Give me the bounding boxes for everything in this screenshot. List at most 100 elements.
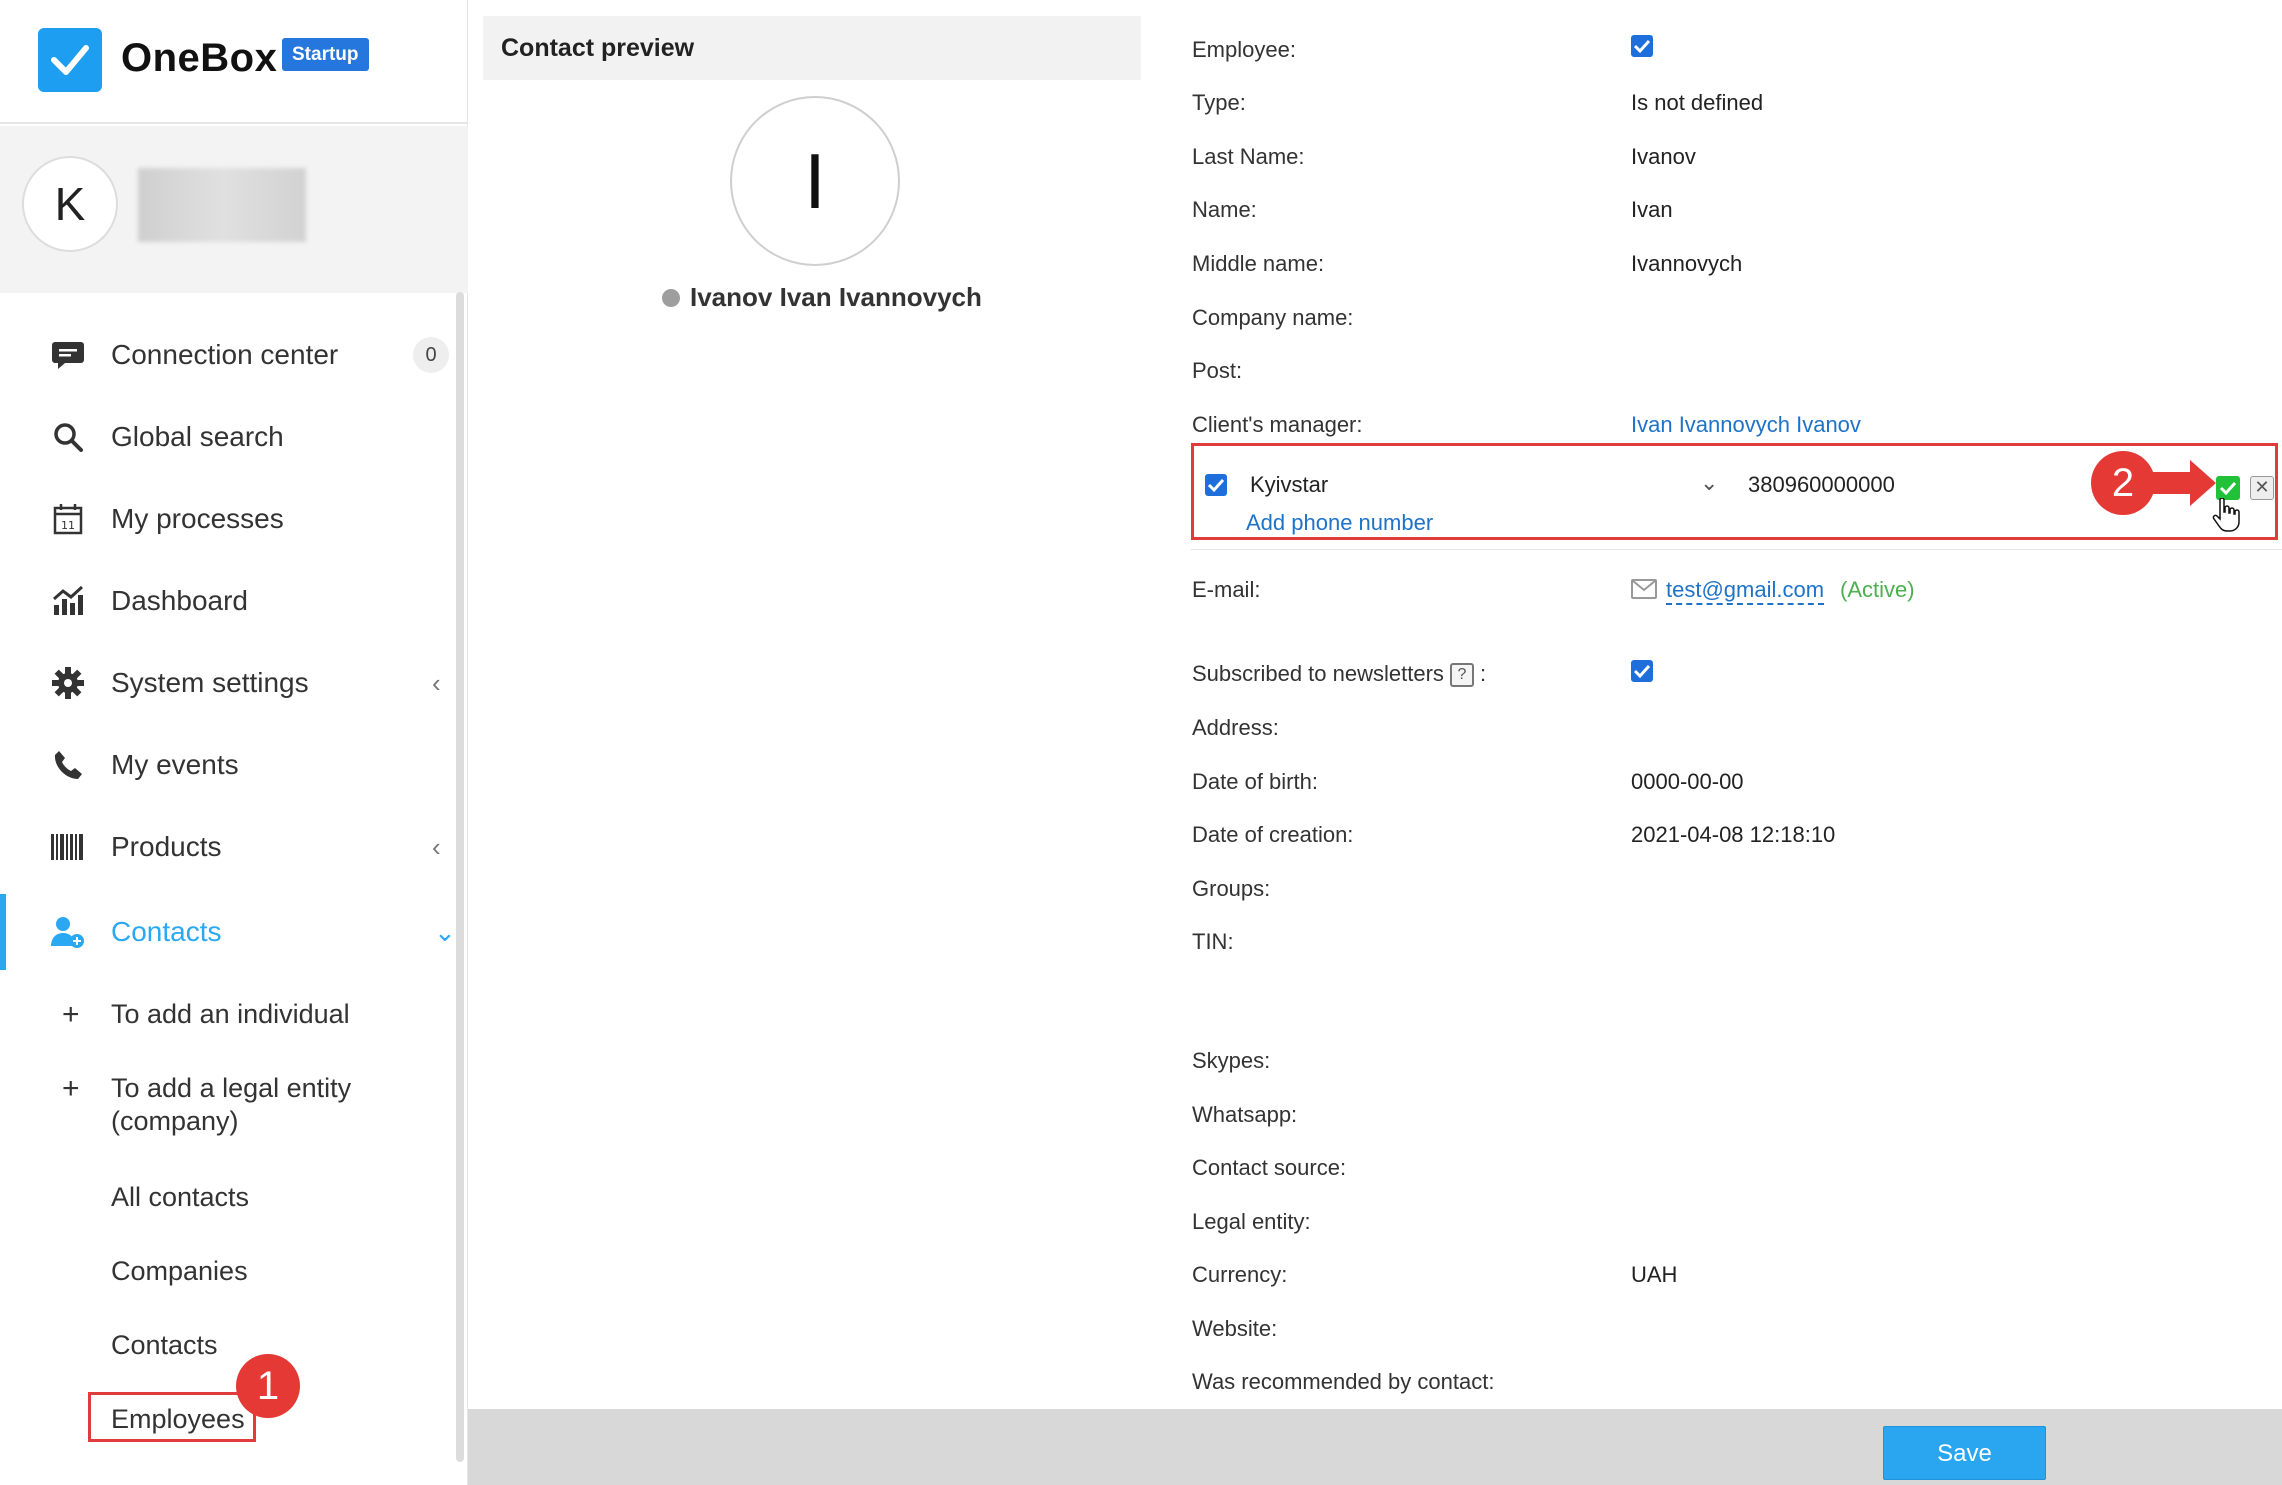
chevron-down-icon: ⌄	[434, 916, 456, 947]
user-area: K	[0, 126, 468, 293]
menu-label-dashboard: Dashboard	[111, 585, 248, 616]
dob-label: Date of birth:	[1192, 769, 1318, 794]
groups-label: Groups:	[1192, 876, 1271, 901]
help-icon[interactable]: ?	[1449, 663, 1474, 688]
chevron-down-icon[interactable]: ⌄	[1700, 470, 1718, 496]
menu-item-contacts[interactable]: Contacts ⌄	[0, 894, 458, 970]
submenu-label-companies: Companies	[111, 1256, 248, 1286]
creation-value: 2021-04-08 12:18:10	[1631, 822, 1836, 847]
legal-entity-label: Legal entity:	[1192, 1209, 1311, 1234]
app-name[interactable]: OneBox	[121, 36, 277, 81]
search-icon	[50, 419, 86, 455]
contact-full-name-text: Ivanov Ivan Ivannovych	[690, 282, 982, 312]
currency-label: Currency:	[1192, 1262, 1288, 1287]
subscribed-label-text: Subscribed to newsletters	[1192, 661, 1444, 686]
subscribed-colon: :	[1480, 661, 1487, 686]
connection-center-count-badge: 0	[413, 337, 449, 373]
add-phone-number-link[interactable]: Add phone number	[1246, 510, 1433, 536]
middle-name-label: Middle name:	[1192, 251, 1325, 276]
menu-label-global-search: Global search	[111, 421, 284, 452]
menu-label-my-events: My events	[111, 749, 239, 780]
menu-item-global-search[interactable]: Global search	[0, 402, 458, 472]
save-button[interactable]: Save	[1883, 1426, 2046, 1480]
plus-icon: +	[62, 1072, 80, 1105]
menu-label-system-settings: System settings	[111, 667, 309, 698]
recommended-by-label: Was recommended by contact:	[1192, 1369, 1495, 1394]
email-label: E-mail:	[1192, 577, 1261, 602]
confirm-phone-button[interactable]	[2216, 476, 2240, 500]
envelope-icon	[1631, 579, 1657, 599]
company-name-label: Company name:	[1192, 305, 1354, 330]
type-label: Type:	[1192, 90, 1246, 115]
submenu-label-add-legal-entity-line2: (company)	[111, 1106, 239, 1136]
chat-bubble-icon	[50, 337, 86, 373]
middle-name-value: Ivannovych	[1631, 251, 1743, 276]
currency-value: UAH	[1631, 1262, 1678, 1287]
user-name-blurred	[138, 168, 306, 242]
svg-text:11: 11	[61, 519, 75, 532]
preview-title: Contact preview	[501, 34, 695, 62]
menu-label-connection-center: Connection center	[111, 339, 339, 370]
menu-item-system-settings[interactable]: System settings ‹	[0, 648, 458, 718]
phone-operator-select[interactable]: Kyivstar	[1250, 472, 1328, 498]
last-name-value: Ivanov	[1631, 144, 1696, 169]
email-status: (Active)	[1840, 577, 1915, 602]
sidebar-scrollbar[interactable]	[456, 292, 464, 1462]
skypes-label: Skypes:	[1192, 1048, 1271, 1073]
submenu-label-contacts: Contacts	[111, 1330, 218, 1360]
name-value: Ivan	[1631, 197, 1673, 222]
gear-icon	[50, 665, 86, 701]
hand-cursor-icon	[2212, 498, 2240, 532]
chevron-left-icon: ‹	[432, 667, 441, 698]
check-icon	[2219, 481, 2237, 496]
tin-label: TIN:	[1192, 929, 1234, 954]
cancel-phone-button[interactable]: ✕	[2250, 476, 2274, 500]
annotation-marker-2: 2	[2091, 451, 2155, 515]
barcode-icon	[50, 829, 86, 865]
employee-checkbox[interactable]	[1631, 35, 1653, 57]
contact-full-name: Ivanov Ivan Ivannovych	[662, 282, 982, 313]
annotation-marker-1: 1	[236, 1354, 300, 1418]
phone-primary-checkbox[interactable]	[1205, 474, 1227, 496]
email-link[interactable]: test@gmail.com	[1666, 577, 1825, 605]
menu-item-connection-center[interactable]: Connection center 0	[0, 320, 458, 390]
employee-label: Employee:	[1192, 37, 1296, 62]
sidebar: OneBox Startup K Connection center 0 Glo…	[0, 0, 468, 1485]
annotation-arrow-icon	[2148, 460, 2216, 506]
plus-icon: +	[62, 998, 80, 1031]
logo-area: OneBox Startup	[0, 0, 468, 124]
preview-header: Contact preview	[483, 16, 1141, 80]
annotation-highlight-employees	[88, 1392, 256, 1442]
calendar-icon: 11	[50, 501, 86, 537]
app-root: OneBox Startup K Connection center 0 Glo…	[0, 0, 2282, 1485]
phone-icon	[50, 747, 86, 783]
menu-item-my-processes[interactable]: 11 My processes	[0, 484, 458, 554]
subscribed-checkbox[interactable]	[1631, 660, 1653, 682]
phone-number-input[interactable]: 380960000000	[1748, 472, 1895, 498]
dob-value: 0000-00-00	[1631, 769, 1744, 794]
plan-badge: Startup	[282, 38, 369, 71]
status-dot-icon	[662, 288, 680, 307]
onebox-logo-icon[interactable]	[38, 28, 102, 92]
name-label: Name:	[1192, 197, 1257, 222]
submenu-label-add-legal-entity-line1: To add a legal entity	[111, 1073, 352, 1103]
type-value: Is not defined	[1631, 90, 1764, 115]
user-avatar[interactable]: K	[22, 156, 118, 252]
last-name-label: Last Name:	[1192, 144, 1305, 169]
clients-manager-link[interactable]: Ivan Ivannovych Ivanov	[1631, 412, 1861, 438]
creation-label: Date of creation:	[1192, 822, 1354, 847]
menu-item-my-events[interactable]: My events	[0, 730, 458, 800]
menu-label-my-processes: My processes	[111, 503, 284, 534]
menu-label-products: Products	[111, 831, 222, 862]
clients-manager-label: Client's manager:	[1192, 412, 1363, 437]
submenu-label-add-individual: To add an individual	[111, 999, 350, 1029]
menu-item-dashboard[interactable]: Dashboard	[0, 566, 458, 636]
chart-icon	[50, 583, 86, 619]
whatsapp-label: Whatsapp:	[1192, 1102, 1298, 1127]
contact-source-label: Contact source:	[1192, 1155, 1347, 1180]
address-label: Address:	[1192, 715, 1279, 740]
contact-avatar: I	[730, 96, 900, 266]
menu-label-contacts: Contacts	[111, 916, 222, 947]
submenu-label-all-contacts: All contacts	[111, 1182, 250, 1212]
menu-item-products[interactable]: Products ‹	[0, 812, 458, 882]
